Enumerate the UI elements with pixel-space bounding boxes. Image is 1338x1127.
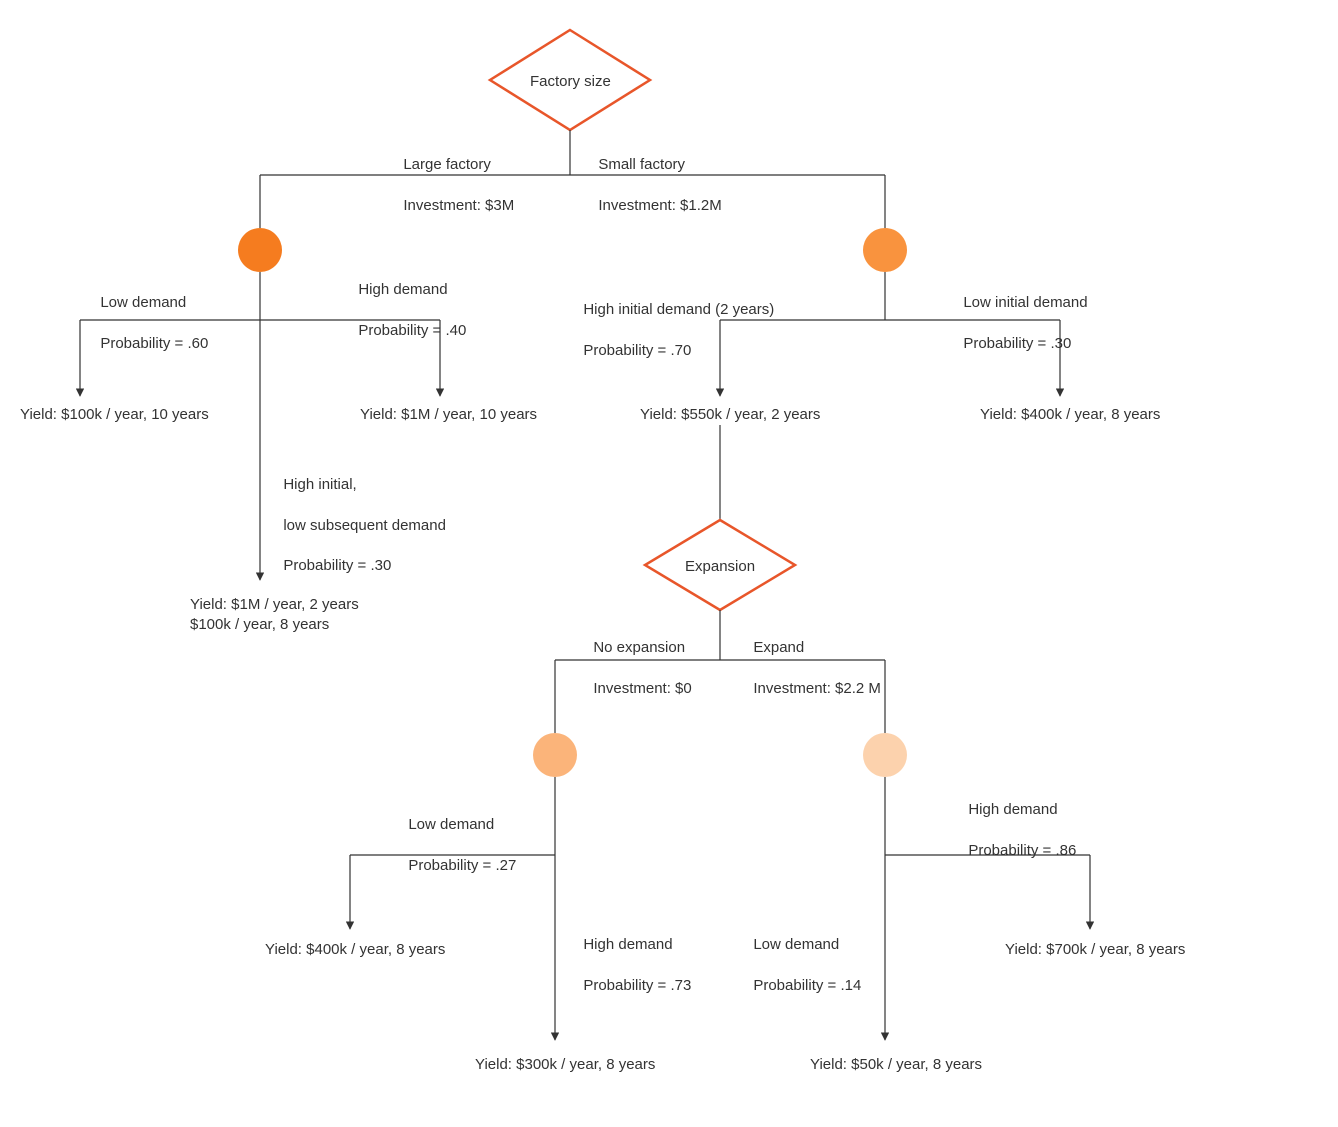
text: High initial demand (2 years) [583, 301, 774, 318]
text: Small factory [598, 156, 685, 173]
text: Expand [753, 639, 804, 656]
edge-small-factory: Small factory Investment: $1.2M [590, 135, 722, 216]
text: Probability = .14 [753, 977, 861, 994]
chance-small-factory [863, 228, 907, 272]
edge-noexp-low: Low demand Probability = .27 [400, 795, 516, 876]
leaf-exp-low: Yield: $50k / year, 8 years [810, 1055, 982, 1075]
text: Probability = .70 [583, 342, 691, 359]
edge-exp-low: Low demand Probability = .14 [745, 915, 861, 996]
text: Probability = .73 [583, 977, 691, 994]
chance-no-expansion [533, 733, 577, 777]
connector-root-split [260, 130, 885, 228]
edge-expand: Expand Investment: $2.2 M [745, 618, 881, 699]
leaf-lf-high: Yield: $1M / year, 10 years [360, 405, 537, 425]
chance-large-factory [238, 228, 282, 272]
edge-lf-mid: High initial, low subsequent demand Prob… [275, 455, 446, 577]
text: Low demand [753, 936, 839, 953]
leaf-lf-low: Yield: $100k / year, 10 years [20, 405, 209, 425]
text: Low demand [408, 816, 494, 833]
label-expansion: Expansion [685, 557, 755, 577]
text: High demand [358, 281, 447, 298]
text: Low initial demand [963, 294, 1087, 311]
text: No expansion [593, 639, 685, 656]
text: Probability = .30 [283, 557, 391, 574]
label-factory-size: Factory size [530, 72, 610, 92]
text: Probability = .86 [968, 842, 1076, 859]
text: High initial, [283, 476, 356, 493]
leaf-sf-right: Yield: $400k / year, 8 years [980, 405, 1160, 425]
edge-sf-left: High initial demand (2 years) Probabilit… [575, 280, 774, 361]
text: Probability = .60 [100, 335, 208, 352]
text: Investment: $0 [593, 680, 691, 697]
edge-exp-high: High demand Probability = .86 [960, 780, 1076, 861]
text: Investment: $2.2 M [753, 680, 881, 697]
text: High demand [583, 936, 672, 953]
text: Probability = .30 [963, 335, 1071, 352]
edge-noexp-high: High demand Probability = .73 [575, 915, 691, 996]
edge-lf-low: Low demand Probability = .60 [92, 273, 208, 354]
edge-no-expansion: No expansion Investment: $0 [585, 618, 692, 699]
text: Large factory [403, 156, 491, 173]
edge-sf-right: Low initial demand Probability = .30 [955, 273, 1088, 354]
leaf-sf-left: Yield: $550k / year, 2 years [640, 405, 820, 425]
chance-expand [863, 733, 907, 777]
text: Investment: $1.2M [598, 197, 721, 214]
text: Probability = .27 [408, 857, 516, 874]
text: Investment: $3M [403, 197, 514, 214]
text: High demand [968, 801, 1057, 818]
leaf-exp-high: Yield: $700k / year, 8 years [1005, 940, 1185, 960]
leaf-noexp-high: Yield: $300k / year, 8 years [475, 1055, 655, 1075]
leaf-noexp-low: Yield: $400k / year, 8 years [265, 940, 445, 960]
text: low subsequent demand [283, 517, 446, 534]
text: Low demand [100, 294, 186, 311]
edge-large-factory: Large factory Investment: $3M [395, 135, 514, 216]
edge-lf-high: High demand Probability = .40 [350, 260, 466, 341]
text: Probability = .40 [358, 322, 466, 339]
leaf-lf-mid: Yield: $1M / year, 2 years $100k / year,… [190, 595, 359, 636]
